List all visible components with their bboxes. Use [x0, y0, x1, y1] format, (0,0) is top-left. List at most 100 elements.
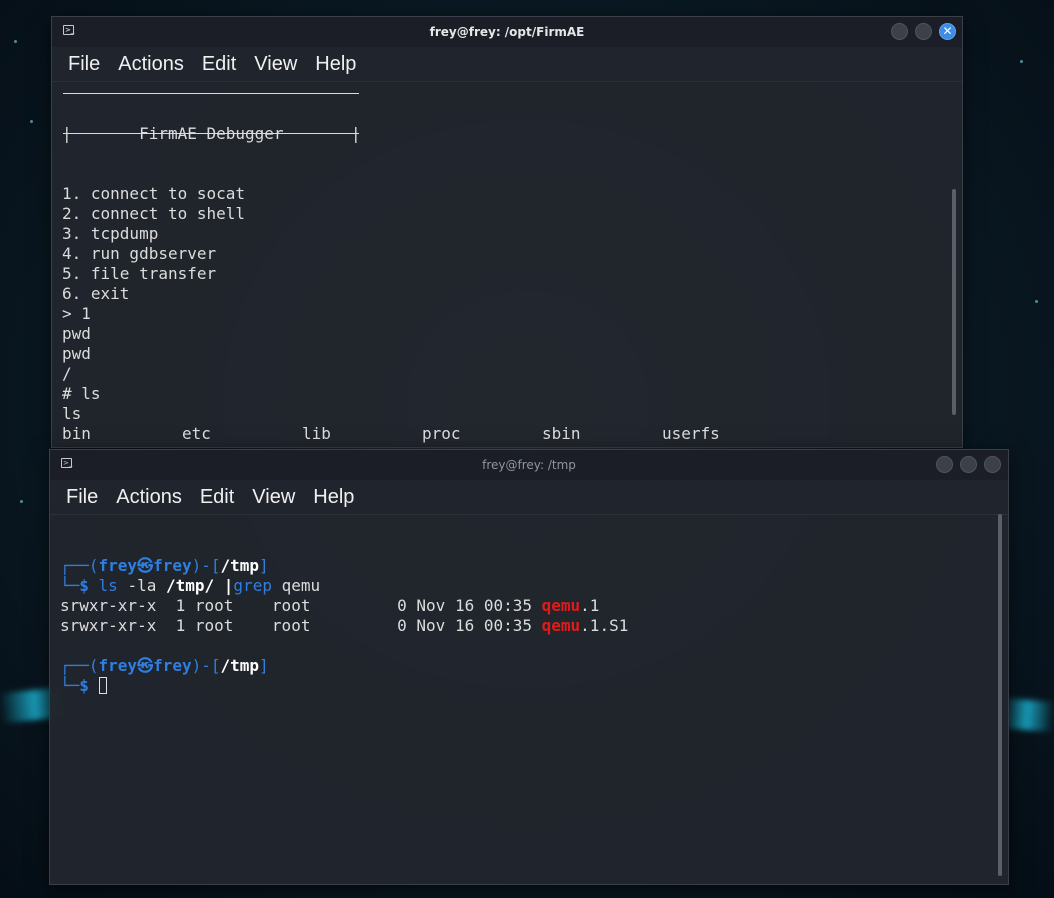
prompt-corner: └─ [60, 676, 80, 695]
prompt-dir: /tmp [220, 656, 260, 675]
menu-edit[interactable]: Edit [202, 53, 236, 76]
prompt-user: frey [98, 556, 138, 575]
prompt-bracket: ┌──( [60, 556, 99, 575]
command-arg: qemu [271, 576, 321, 595]
output-line: / [62, 364, 72, 383]
menu-option-4: 4. run gdbserver [62, 244, 217, 263]
bg-dot [20, 500, 23, 503]
menu-actions[interactable]: Actions [118, 53, 184, 76]
menu-option-6: 6. exit [62, 284, 130, 303]
prompt-line: ┌──(frey㉿frey)-[/tmp] [60, 556, 994, 576]
output-line: pwd [62, 344, 91, 363]
bg-dot [1035, 300, 1038, 303]
result-suffix: .1 [580, 596, 600, 615]
menu-bar: File Actions Edit View Help [50, 480, 1008, 515]
prompt-dollar: $ [79, 676, 89, 695]
debugger-banner: | FirmAE Debugger | [62, 124, 361, 143]
output-line: pwd [62, 324, 91, 343]
window-title: frey@frey: /tmp [482, 458, 576, 472]
close-button[interactable]: ✕ [939, 23, 956, 40]
menu-edit[interactable]: Edit [200, 486, 234, 509]
minimize-button[interactable] [936, 456, 953, 473]
terminal-window-tmp[interactable]: >_ frey@frey: /tmp File Actions Edit Vie… [49, 449, 1009, 885]
bg-dot [1020, 60, 1023, 63]
menu-view[interactable]: View [254, 53, 297, 76]
menu-file[interactable]: File [68, 53, 100, 76]
ls-entry: lib [302, 424, 331, 443]
prompt-dir: /tmp [220, 556, 260, 575]
close-button[interactable] [984, 456, 1001, 473]
prompt-line: ┌──(frey㉿frey)-[/tmp] [60, 656, 994, 676]
command-pipe: | [214, 576, 234, 595]
ls-entry: root [422, 444, 542, 447]
terminal-window-firmae[interactable]: >_ frey@frey: /opt/FirmAE ✕ File Actions… [51, 16, 963, 448]
menu-option-1: 1. connect to socat [62, 184, 246, 203]
terminal-output[interactable]: ┌──(frey㉿frey)-[/tmp] └─$ ls -la /tmp/ |g… [60, 536, 994, 696]
banner-top-rule [63, 93, 359, 94]
prompt-corner: └─ [60, 576, 80, 595]
prompt-bracket: )-[ [191, 656, 221, 675]
menu-help[interactable]: Help [315, 53, 356, 76]
scrollbar[interactable] [998, 514, 1002, 876]
menu-option-2: 2. connect to shell [62, 204, 246, 223]
result-line: srwxr-xr-x 1 root root 0 Nov 16 00:35 qe… [60, 596, 994, 616]
ls-row: boarootetc_rolinuxrcrootsysusr [62, 444, 948, 447]
window-title: frey@frey: /opt/FirmAE [429, 25, 585, 39]
menu-view[interactable]: View [252, 486, 295, 509]
user-choice-line: > 1 [62, 304, 91, 323]
command-name: ls [98, 576, 118, 595]
maximize-button[interactable] [915, 23, 932, 40]
prompt-host: frey [153, 556, 192, 575]
text-cursor[interactable] [98, 677, 107, 694]
prompt-host: frey [153, 656, 192, 675]
menu-file[interactable]: File [66, 486, 98, 509]
output-line: # ls [62, 384, 101, 403]
bg-dot [30, 120, 33, 123]
terminal-output[interactable]: | FirmAE Debugger | 1. connect to socat 2… [62, 104, 948, 447]
ls-entry: linuxrc [302, 444, 422, 447]
prompt-at-icon: ㉿ [137, 656, 154, 675]
ls-entry: etc [182, 424, 211, 443]
ls-entry: sbin [542, 424, 581, 443]
ls-entry: boaroot [62, 444, 182, 447]
maximize-button[interactable] [960, 456, 977, 473]
command-flags: -la [117, 576, 166, 595]
command-path: /tmp/ [165, 576, 215, 595]
ls-entry: etc_ro [182, 444, 302, 447]
menu-option-3: 3. tcpdump [62, 224, 159, 243]
prompt-bracket: ] [259, 556, 269, 575]
command-line: └─$ ls -la /tmp/ |grep qemu [60, 576, 994, 596]
output-line: ls [62, 404, 82, 423]
menu-option-5: 5. file transfer [62, 264, 217, 283]
result-prefix: srwxr-xr-x 1 root root 0 Nov 16 00:35 [60, 616, 542, 635]
prompt-bracket: ┌──( [60, 656, 99, 675]
banner-bottom-rule [63, 133, 359, 134]
result-match: qemu [541, 596, 581, 615]
prompt-at-icon: ㉿ [137, 556, 154, 575]
ls-entry: sys [542, 444, 662, 447]
ls-row: bin etc lib proc sbin userfs [62, 424, 948, 444]
title-bar[interactable]: >_ frey@frey: /opt/FirmAE ✕ [52, 17, 962, 47]
result-suffix: .1.S1 [580, 616, 629, 635]
ls-entry: usr [662, 444, 782, 447]
ls-entry: proc [422, 424, 461, 443]
ls-entry: bin [62, 424, 91, 443]
prompt-user: frey [98, 656, 138, 675]
result-prefix: srwxr-xr-x 1 root root 0 Nov 16 00:35 [60, 596, 542, 615]
input-line[interactable]: └─$ [60, 676, 994, 696]
menu-bar: File Actions Edit View Help [52, 47, 962, 82]
result-line: srwxr-xr-x 1 root root 0 Nov 16 00:35 qe… [60, 616, 994, 636]
close-icon: ✕ [942, 24, 953, 38]
title-bar[interactable]: >_ frey@frey: /tmp [50, 450, 1008, 480]
ls-entry: userfs [662, 424, 720, 443]
prompt-bracket: ] [259, 656, 269, 675]
prompt-dollar: $ [79, 576, 89, 595]
command-grep: grep [233, 576, 272, 595]
menu-help[interactable]: Help [313, 486, 354, 509]
menu-actions[interactable]: Actions [116, 486, 182, 509]
result-match: qemu [541, 616, 581, 635]
bg-dot [14, 40, 17, 43]
scrollbar[interactable] [952, 189, 956, 415]
prompt-bracket: )-[ [191, 556, 221, 575]
minimize-button[interactable] [891, 23, 908, 40]
